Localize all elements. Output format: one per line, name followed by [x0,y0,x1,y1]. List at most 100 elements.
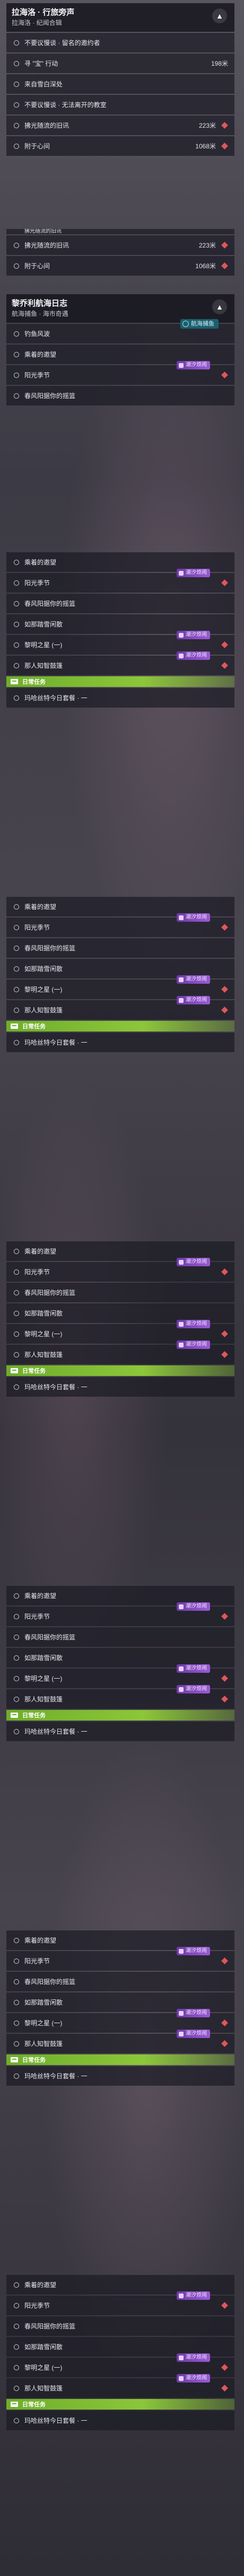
bullet-icon [14,945,19,951]
quest-header[interactable]: 拉海洛 · 行旅旁声 拉海洛 · 纪闻合辑 ▲ [6,3,234,32]
daily-task-header[interactable]: 日常任务 [6,1365,234,1376]
bullet-icon [14,924,19,930]
map-pin-icon [221,372,228,378]
list-item[interactable]: 潮汐烦闹 阳光季节 [6,1258,234,1282]
list-item[interactable]: 潮汐烦闹 阳光季节 [6,1947,234,1971]
bullet-icon [14,1352,19,1357]
list-item[interactable]: 来自雪白深处 [6,74,234,94]
map-pin-icon [221,986,228,993]
bullet-icon [14,1634,19,1640]
purple-badge: 潮汐烦闹 [177,361,210,369]
task-block: 乘着的邀望 潮汐烦闹 阳光季节 春风阳据你的摇篮 如那踏雪闲散 潮汐烦闹 黎明之星 (一) 潮… [6,1929,234,2086]
list-item[interactable]: 玛哈丝特今日套餐 · 一 [6,2066,234,2086]
task-block: 乘着的邀望 潮汐烦闹 阳光季节 春风阳据你的摇篮 如那踏雪闲散 潮汐烦闹 黎明之星 (一) 潮… [6,896,234,1052]
chevron-up-icon[interactable]: ▲ [212,8,227,23]
daily-task-header[interactable]: 日常任务 [6,2054,234,2065]
list-item[interactable]: 春风阳据你的摇篮 [6,1627,234,1647]
chevron-up-icon[interactable]: ▲ [212,299,227,314]
list-item[interactable]: 春风阳据你的摇篮 [6,386,234,405]
tide-icon [179,1604,184,1609]
tide-icon [179,1342,184,1347]
fishing-icon [182,321,189,327]
tide-icon [179,1321,184,1327]
list-item[interactable]: 春风阳据你的摇篮 [6,594,234,613]
tide-icon [179,363,184,368]
list-item[interactable]: 拂光随流的旧讯 223米 [6,116,234,135]
tide-icon [179,653,184,658]
daily-task-header[interactable]: 日常任务 [6,1021,234,1031]
bullet-icon [14,372,19,378]
purple-badge: 潮汐烦闹 [177,631,210,639]
list-item[interactable]: 不要议慢谈 · 无法离开的教室 [6,95,234,114]
list-item[interactable]: 潮汐烦闹 那人知智鼓篷 [6,996,234,1020]
map-pin-icon [221,2019,228,2026]
map-pin-icon [221,1696,228,1702]
task-board-icon [11,2402,18,2407]
list-item[interactable]: 拂光随流的旧讯 223米 [6,235,234,255]
bullet-icon [14,1310,19,1316]
bullet-icon [14,40,19,46]
tide-icon [179,977,184,982]
list-item[interactable]: 春风阳据你的摇篮 [6,938,234,958]
bullet-icon [14,263,19,269]
list-item[interactable]: 航海捕鱼 钓鱼风波 [6,319,234,343]
tide-icon [179,915,184,920]
map-pin-icon [221,2385,228,2392]
list-item[interactable]: 潮汐烦闹 阳光季节 [6,361,234,385]
purple-badge: 潮汐烦闹 [177,1664,210,1673]
task-board-icon [11,1713,18,1718]
list-item[interactable]: 春风阳据你的摇篮 [6,2316,234,2336]
list-item[interactable]: 玛哈丝特今日套餐 · 一 [6,688,234,708]
tide-icon [179,2293,184,2298]
list-item[interactable]: 寻 "宝" 行动 198米 [6,54,234,73]
list-item[interactable]: 潮汐烦闹 那人知智鼓篷 [6,1340,234,1364]
map-pin-icon [221,924,228,931]
tide-icon [179,2376,184,2381]
bullet-icon [14,2073,19,2079]
bullet-icon [14,1593,19,1599]
tide-icon [179,1687,184,1692]
list-item[interactable]: 潮汐烦闹 阳光季节 [6,569,234,593]
list-item[interactable]: 附于心间 1068米 [6,136,234,156]
list-item[interactable]: 玛哈丝特今日套餐 · 一 [6,1722,234,1741]
bullet-icon [14,1613,19,1619]
bullet-icon [14,966,19,972]
daily-task-header[interactable]: 日常任务 [6,1710,234,1721]
list-item[interactable]: 不要议慢谈 · 留名的邀约者 [6,33,234,52]
list-item[interactable]: 潮汐烦闹 阳光季节 [6,913,234,937]
bullet-icon [14,122,19,128]
list-item[interactable]: 玛哈丝特今日套餐 · 一 [6,1033,234,1052]
tide-icon [179,570,184,576]
daily-task-header[interactable]: 日常任务 [6,676,234,687]
list-item[interactable]: 潮汐烦闹 那人知智鼓篷 [6,2030,234,2053]
map-pin-icon [221,1268,228,1275]
bullet-icon [14,2282,19,2288]
list-item[interactable]: 玛哈丝特今日套餐 · 一 [6,2411,234,2430]
list-item[interactable]: 玛哈丝特今日套餐 · 一 [6,1377,234,1397]
bullet-icon [14,580,19,586]
bullet-icon [14,904,19,910]
list-item[interactable]: 附于心间 1068米 [6,256,234,276]
list-item[interactable]: 潮汐烦闹 那人知智鼓篷 [6,2374,234,2398]
list-item[interactable]: 潮汐烦闹 那人知智鼓篷 [6,1685,234,1709]
bullet-icon [14,331,19,337]
journal-title: 黎乔利航海日志 [12,299,68,308]
task-board-icon [11,679,18,684]
journal-panel: 黎乔利航海日志 航海捕鱼 · 海市奇遇 ▲ 航海捕鱼 钓鱼风波 乘着的邀望 潮汐… [6,294,234,405]
bullet-icon [14,2385,19,2391]
list-item[interactable]: 潮汐烦闹 阳光季节 [6,2291,234,2315]
list-item[interactable]: 春风阳据你的摇篮 [6,1972,234,1991]
map-pin-icon [221,2364,228,2371]
list-item[interactable]: 潮汐烦闹 阳光季节 [6,1602,234,1626]
purple-badge: 潮汐烦闹 [177,2030,210,2038]
journal-header[interactable]: 黎乔利航海日志 航海捕鱼 · 海市奇遇 ▲ [6,294,234,323]
bullet-icon [14,1979,19,1984]
task-board-icon [11,1368,18,1373]
daily-task-header[interactable]: 日常任务 [6,2399,234,2410]
bullet-icon [14,695,19,701]
journal-subtitle: 航海捕鱼 · 海市奇遇 [12,310,68,317]
list-item[interactable]: 春风阳据你的摇篮 [6,1283,234,1302]
task-block: 乘着的邀望 潮汐烦闹 阳光季节 春风阳据你的摇篮 如那踏雪闲散 潮汐烦闹 黎明之星 (一) 潮… [6,1240,234,1397]
list-item[interactable]: 潮汐烦闹 那人知智鼓篷 [6,651,234,675]
tide-icon [179,1259,184,1265]
